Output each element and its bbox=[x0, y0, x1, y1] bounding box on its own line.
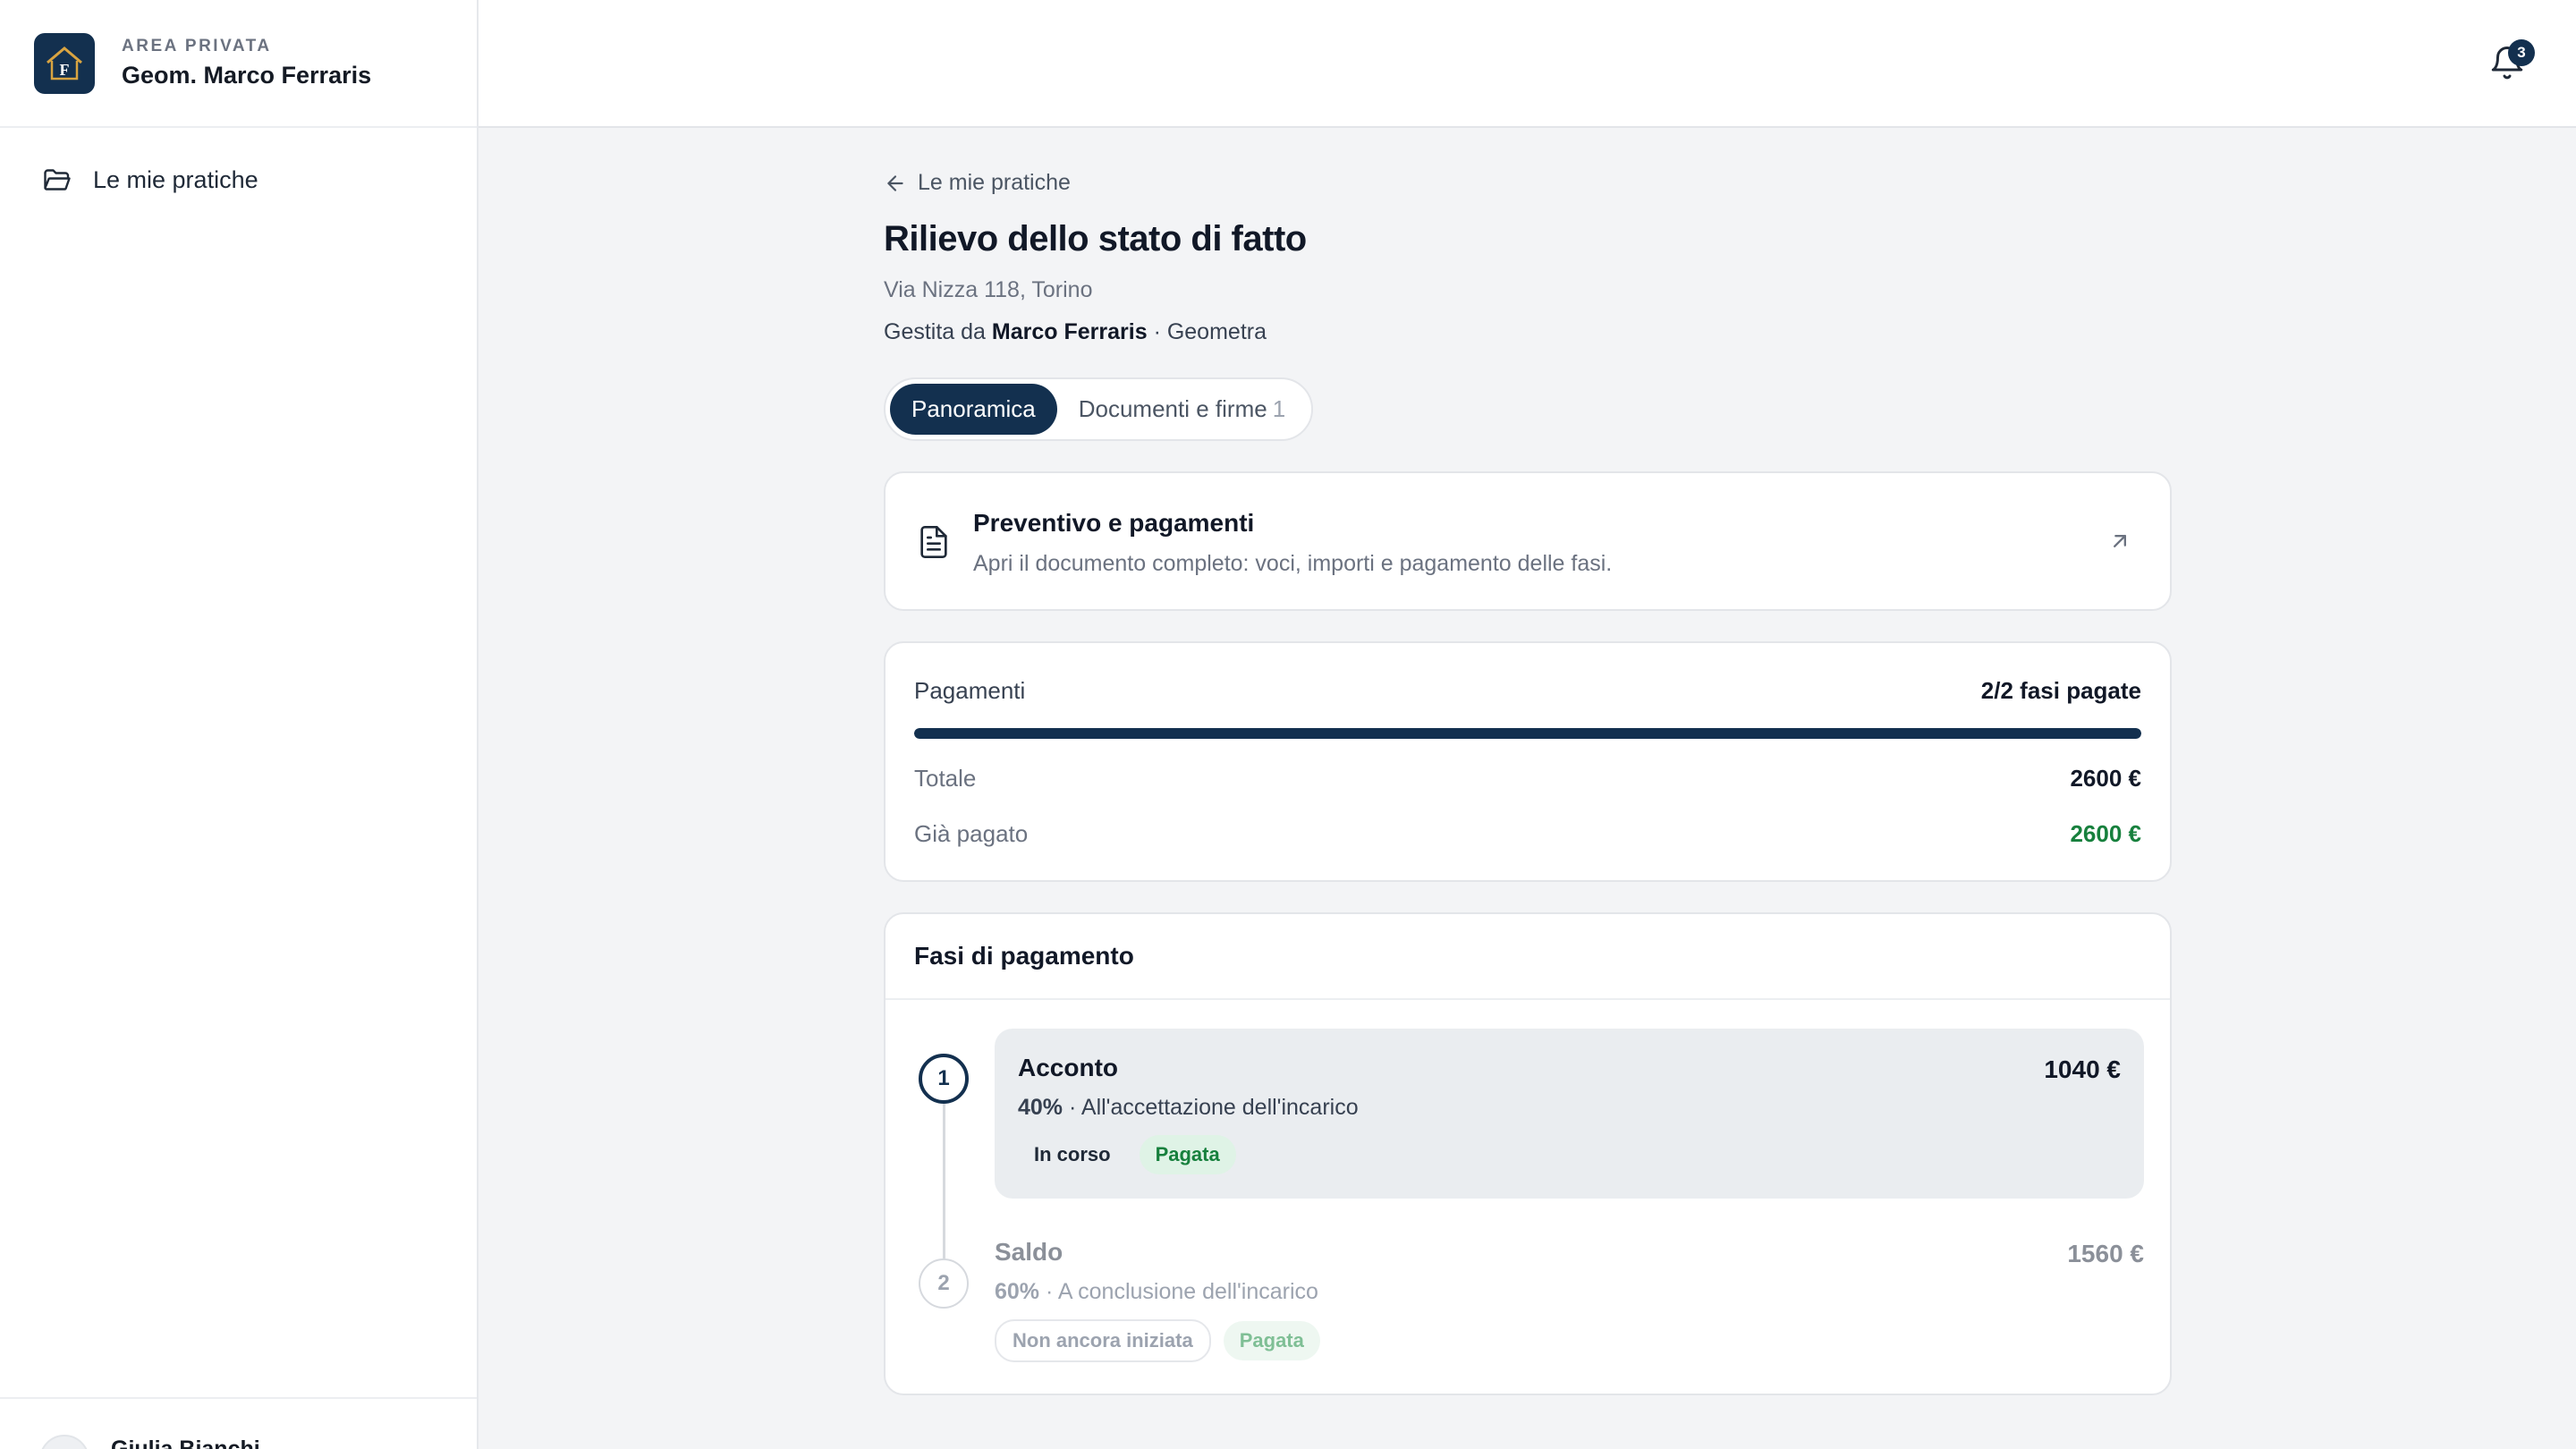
status-badge: Non ancora iniziata bbox=[995, 1319, 1211, 1362]
user-name: Giulia Bianchi bbox=[111, 1436, 260, 1449]
total-label: Totale bbox=[914, 765, 977, 792]
tab-overview[interactable]: Panoramica bbox=[890, 384, 1057, 435]
tab-count: 1 bbox=[1272, 395, 1286, 422]
manager-name: Marco Ferraris bbox=[991, 319, 1148, 344]
phase-name: Acconto bbox=[1018, 1054, 1118, 1081]
status-badge: In corso bbox=[1018, 1135, 1127, 1174]
paid-value: 2600 € bbox=[2070, 820, 2141, 847]
paid-label: Già pagato bbox=[914, 820, 1029, 847]
manager-role: · Geometra bbox=[1153, 319, 1267, 344]
account-name: Geom. Marco Ferraris bbox=[122, 62, 372, 89]
studio-logo: F bbox=[34, 32, 95, 94]
top-bar: 3 bbox=[479, 0, 2576, 128]
sidebar-item-my-cases[interactable]: Le mie pratiche bbox=[41, 164, 477, 196]
page-title: Rilievo dello stato di fatto bbox=[884, 219, 1307, 258]
arrow-left-icon bbox=[887, 174, 903, 191]
avatar bbox=[39, 1435, 89, 1449]
main-content: Le mie pratiche Rilievo dello stato di f… bbox=[884, 170, 2172, 1395]
payment-phases-card: Fasi di pagamento 1 2 Acconto 1040 € 40%… bbox=[884, 912, 2172, 1395]
managed-by: Gestita da Marco Ferraris · Geometra bbox=[884, 319, 2172, 345]
phase-step-number: 2 bbox=[919, 1258, 969, 1309]
notification-badge: 3 bbox=[2508, 39, 2535, 66]
sidebar: F AREA PRIVATA Geom. Marco Ferraris Le m… bbox=[0, 0, 479, 1449]
arrow-up-right-icon bbox=[2114, 535, 2126, 547]
payment-badge: Pagata bbox=[1139, 1135, 1236, 1174]
phase-description: · A conclusione dell'incarico bbox=[1046, 1279, 1318, 1304]
phases-title: Fasi di pagamento bbox=[886, 914, 2170, 1000]
managed-prefix: Gestita da bbox=[884, 319, 986, 344]
brand-header: F AREA PRIVATA Geom. Marco Ferraris bbox=[0, 0, 477, 128]
user-footer[interactable]: Giulia Bianchi bbox=[0, 1397, 477, 1449]
payments-progress-fill bbox=[914, 728, 2141, 739]
payment-badge: Pagata bbox=[1223, 1321, 1320, 1360]
phase-item-deposit[interactable]: Acconto 1040 € 40% · All'accettazione de… bbox=[995, 1029, 2144, 1199]
back-link-label: Le mie pratiche bbox=[918, 170, 1071, 195]
tab-label: Documenti e firme bbox=[1078, 395, 1267, 422]
phase-amount: 1560 € bbox=[2067, 1240, 2144, 1267]
tab-documents[interactable]: Documenti e firme 1 bbox=[1057, 384, 1307, 435]
payments-summary: 2/2 fasi pagate bbox=[1980, 677, 2141, 704]
phase-percent: 40% bbox=[1018, 1095, 1063, 1120]
phase-chips: Non ancora iniziata Pagata bbox=[995, 1319, 2144, 1362]
house-logo-icon: F bbox=[47, 46, 82, 80]
logo-letter: F bbox=[60, 61, 70, 79]
phase-step-number: 1 bbox=[919, 1054, 969, 1104]
area-label: AREA PRIVATA bbox=[122, 37, 272, 55]
notifications-button[interactable]: 3 bbox=[2488, 39, 2535, 87]
phase-chips: In corso Pagata bbox=[1018, 1135, 2121, 1174]
quote-card[interactable]: Preventivo e pagamenti Apri il documento… bbox=[884, 471, 2172, 611]
phase-name: Saldo bbox=[995, 1238, 1063, 1266]
document-icon bbox=[920, 526, 947, 558]
phase-item-balance[interactable]: Saldo 1560 € 60% · A conclusione dell'in… bbox=[995, 1213, 2144, 1365]
timeline-line bbox=[943, 1093, 945, 1281]
phase-meta: 40% · All'accettazione dell'incarico bbox=[1018, 1095, 2121, 1121]
phase-amount: 1040 € bbox=[2044, 1055, 2121, 1083]
folder-open-icon bbox=[44, 169, 71, 191]
payments-card: Pagamenti 2/2 fasi pagate Totale 2600 € … bbox=[884, 641, 2172, 882]
sidebar-item-label: Le mie pratiche bbox=[93, 165, 258, 193]
total-value: 2600 € bbox=[2070, 765, 2141, 792]
quote-card-description: Apri il documento completo: voci, import… bbox=[973, 551, 1613, 576]
payments-progress-bar bbox=[914, 728, 2141, 739]
phase-percent: 60% bbox=[995, 1279, 1040, 1304]
tab-bar: Panoramica Documenti e firme 1 bbox=[884, 377, 1314, 441]
case-address: Via Nizza 118, Torino bbox=[884, 277, 1093, 302]
phase-meta: 60% · A conclusione dell'incarico bbox=[995, 1279, 2144, 1305]
quote-card-title: Preventivo e pagamenti bbox=[973, 509, 1255, 537]
tab-label: Panoramica bbox=[911, 395, 1036, 422]
payments-label: Pagamenti bbox=[914, 677, 1026, 704]
back-link[interactable]: Le mie pratiche bbox=[884, 170, 2172, 196]
phase-description: · All'accettazione dell'incarico bbox=[1069, 1095, 1359, 1120]
